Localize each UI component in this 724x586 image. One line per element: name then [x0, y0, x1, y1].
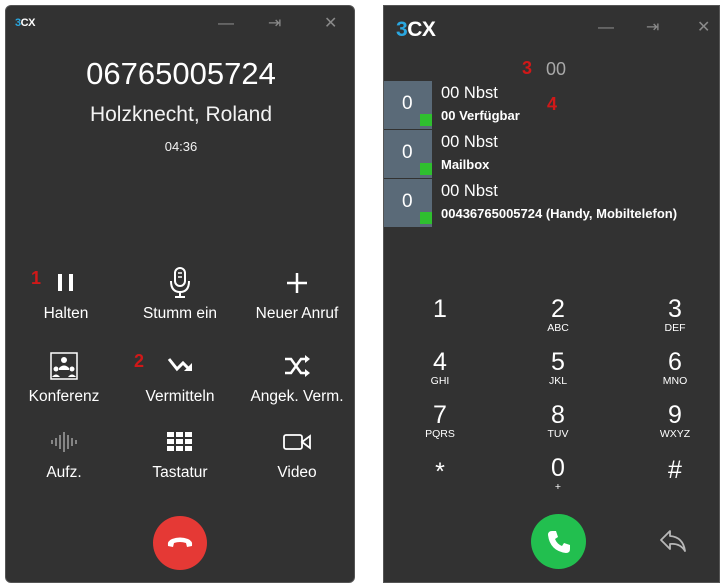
close-icon[interactable]: ✕ — [697, 20, 710, 36]
blf-entry[interactable]: 0 00 Nbst Mailbox — [384, 130, 719, 178]
conference-icon — [6, 348, 122, 384]
dial-key-4[interactable]: 4 GHI — [400, 350, 480, 388]
keypad-button[interactable]: Tastatur — [122, 424, 238, 482]
hold-button[interactable]: Halten — [8, 265, 124, 323]
dial-key-hash[interactable]: # — [635, 458, 715, 483]
waveform-icon — [6, 424, 122, 460]
dial-key-7[interactable]: 7 PQRS — [400, 403, 480, 441]
presence-indicator — [420, 212, 432, 224]
redial-button[interactable] — [658, 528, 688, 559]
hangup-button[interactable] — [153, 516, 207, 570]
active-call-window: 3CX — ⇥ ✕ 06765005724 Holzknecht, Roland… — [5, 5, 355, 583]
call-duration: 04:36 — [164, 139, 198, 154]
dial-key-star[interactable]: * — [400, 460, 480, 485]
pause-icon — [8, 265, 124, 301]
attended-transfer-button[interactable]: Angek. Verm. — [239, 348, 355, 406]
dial-key-8[interactable]: 8 TUV — [518, 403, 598, 441]
phone-number: 06765005724 — [86, 56, 276, 91]
caller-name: Holzknecht, Roland — [89, 103, 273, 126]
record-button[interactable]: Aufz. — [6, 424, 122, 482]
dialer-window: 3CX — ⇥ ✕ 3 00 4 0 00 Nbst 00 Verfügbar … — [383, 5, 720, 583]
dial-key-0[interactable]: 0 + — [518, 456, 598, 494]
plus-icon — [239, 265, 355, 301]
mute-button[interactable]: Stumm ein — [122, 265, 238, 323]
presence-indicator — [420, 114, 432, 126]
blf-status: 00436765005724 (Handy, Mobiltelefon) — [441, 206, 678, 221]
transfer-icon — [122, 348, 238, 384]
extension-input[interactable]: 00 — [546, 59, 566, 80]
blf-entry[interactable]: 0 00 Nbst 00 Verfügbar — [384, 81, 719, 129]
reply-arrow-icon — [660, 530, 686, 552]
blf-status: 00 Verfügbar — [441, 108, 520, 123]
blf-name: 00 Nbst — [441, 133, 498, 151]
minimize-icon[interactable]: — — [218, 16, 234, 32]
close-icon[interactable]: ✕ — [324, 16, 337, 32]
microphone-icon — [122, 265, 238, 301]
minimize-icon[interactable]: — — [598, 20, 614, 36]
blf-name: 00 Nbst — [441, 182, 498, 200]
dial-key-1[interactable]: 1 — [400, 297, 480, 322]
dial-key-3[interactable]: 3 DEF — [635, 297, 715, 335]
phone-hangup-icon — [167, 537, 193, 547]
3cx-logo: 3CX — [15, 17, 35, 29]
shuffle-icon — [239, 348, 355, 384]
pop-out-icon[interactable]: ⇥ — [646, 20, 659, 36]
phone-icon — [547, 530, 570, 553]
new-call-button[interactable]: Neuer Anruf — [239, 265, 355, 323]
blf-entry[interactable]: 0 00 Nbst 00436765005724 (Handy, Mobilte… — [384, 179, 719, 227]
keypad-icon — [122, 424, 238, 460]
call-button[interactable] — [531, 514, 586, 569]
dial-key-2[interactable]: 2 ABC — [518, 297, 598, 335]
presence-indicator — [420, 163, 432, 175]
pop-out-icon[interactable]: ⇥ — [268, 16, 281, 32]
dial-key-5[interactable]: 5 JKL — [518, 350, 598, 388]
video-camera-icon — [239, 424, 355, 460]
blf-name: 00 Nbst — [441, 84, 498, 102]
blf-status: Mailbox — [441, 157, 490, 172]
dial-key-9[interactable]: 9 WXYZ — [635, 403, 715, 441]
video-button[interactable]: Video — [239, 424, 355, 482]
transfer-button[interactable]: Vermitteln — [122, 348, 238, 406]
3cx-logo: 3CX — [396, 18, 436, 41]
conference-button[interactable]: Konferenz — [6, 348, 122, 406]
dial-key-6[interactable]: 6 MNO — [635, 350, 715, 388]
annotation-marker-3: 3 — [522, 58, 533, 78]
